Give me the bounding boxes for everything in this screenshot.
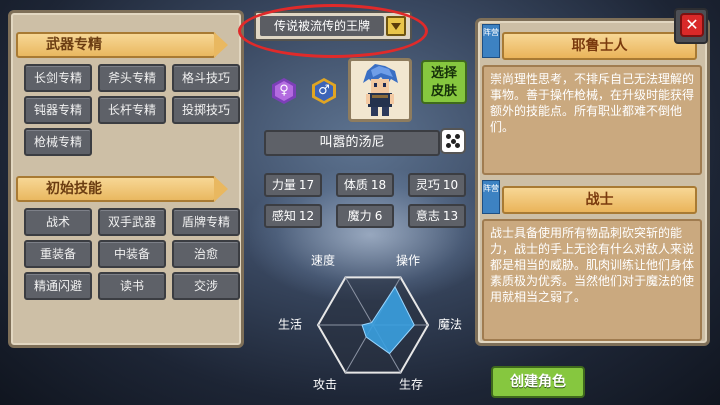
radar-label-survival: 生存 (399, 378, 423, 392)
skin-button-line2: 皮肤 (430, 84, 457, 99)
weapon-skill-button-4[interactable]: 长杆专精 (98, 96, 166, 124)
stat-value: 12 (298, 209, 315, 223)
stat-2: 灵巧 10 (408, 173, 466, 197)
character-sprite-icon (363, 64, 398, 116)
highlight-annotation (238, 4, 428, 58)
initial-skill-button-7[interactable]: 读书 (98, 272, 166, 300)
skill-section-title: 初始技能 (16, 176, 228, 202)
stat-5: 意志 13 (408, 204, 466, 228)
class-title: 战士 (502, 186, 697, 214)
weapon-section-title: 武器专精 (16, 32, 228, 58)
close-button[interactable]: ✕ (674, 8, 708, 44)
stat-label: 魔力 (347, 209, 372, 223)
stat-value: 13 (442, 209, 459, 223)
initial-skill-button-8[interactable]: 交涉 (172, 272, 240, 300)
initial-skill-button-1[interactable]: 双手武器 (98, 208, 166, 236)
stat-label: 体质 (343, 178, 368, 192)
stat-value: 10 (442, 178, 459, 192)
radar-label-operation: 操作 (396, 253, 420, 268)
stat-label: 灵巧 (415, 178, 440, 192)
initial-skill-button-2[interactable]: 盾牌专精 (172, 208, 240, 236)
male-symbol-icon: ♂ (315, 81, 333, 101)
stat-value: 6 (374, 209, 383, 223)
initial-skill-button-4[interactable]: 中装备 (98, 240, 166, 268)
initial-skill-button-5[interactable]: 治愈 (172, 240, 240, 268)
stat-0: 力量 17 (264, 173, 322, 197)
female-symbol-icon: ♀ (275, 81, 293, 101)
class-description: 战士具备使用所有物品刺砍突斩的能力，战士的手上无论有什么对敌人来说都是相当的威胁… (482, 219, 702, 341)
stat-4: 魔力 6 (336, 204, 394, 228)
initial-skill-button-0[interactable]: 战术 (24, 208, 92, 236)
male-gender-button[interactable]: ♂ (312, 78, 336, 104)
initial-skill-button-3[interactable]: 重装备 (24, 240, 92, 268)
trait-description: 崇尚理性思考，不排斥自己无法理解的事物。善于操作枪械，在升级时能获得额外的技能点… (482, 65, 702, 175)
radar-label-life: 生活 (278, 318, 302, 332)
weapon-skill-button-5[interactable]: 投掷技巧 (172, 96, 240, 124)
stat-value: 17 (298, 178, 315, 192)
weapon-skill-button-1[interactable]: 斧头专精 (98, 64, 166, 92)
randomize-dice-icon[interactable] (440, 128, 466, 154)
stat-label: 感知 (271, 209, 296, 223)
character-name[interactable]: 叫嚣的汤尼 (264, 130, 440, 156)
stat-value: 18 (370, 178, 387, 192)
female-gender-button[interactable]: ♀ (272, 78, 296, 104)
character-portrait (348, 58, 412, 122)
initial-skill-button-6[interactable]: 精通闪避 (24, 272, 92, 300)
radar-label-magic: 魔法 (438, 317, 462, 332)
choose-skin-button[interactable]: 选择 皮肤 (421, 60, 467, 104)
skin-button-line1: 选择 (430, 66, 457, 81)
trait-title: 耶鲁士人 (502, 32, 697, 60)
trait-tag: 阵营 (482, 24, 500, 58)
weapon-skill-button-6[interactable]: 枪械专精 (24, 128, 92, 156)
radar-label-attack: 攻击 (313, 378, 337, 392)
weapon-skill-button-0[interactable]: 长剑专精 (24, 64, 92, 92)
stat-label: 力量 (271, 178, 296, 192)
stat-1: 体质 18 (336, 173, 394, 197)
close-icon: ✕ (680, 13, 704, 37)
ability-radar-chart: 速度 操作魔法生存 攻击 生活 (278, 253, 462, 392)
radar-label-speed: 速度 (311, 253, 335, 268)
create-character-button[interactable]: 创建角色 (491, 366, 585, 398)
weapon-skill-button-2[interactable]: 格斗技巧 (172, 64, 240, 92)
stat-label: 意志 (415, 209, 440, 223)
stat-3: 感知 12 (264, 204, 322, 228)
weapon-skill-button-3[interactable]: 钝器专精 (24, 96, 92, 124)
class-tag: 阵营 (482, 180, 500, 214)
